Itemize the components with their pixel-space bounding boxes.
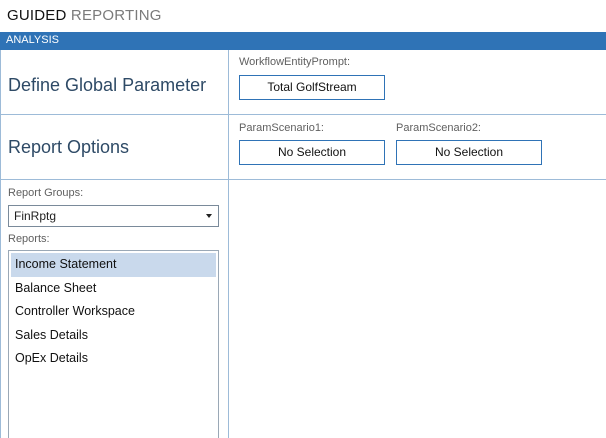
report-options-title: Report Options <box>8 137 130 157</box>
app-title: GUIDED REPORTING <box>0 0 606 32</box>
section-label: ANALYSIS <box>6 34 59 46</box>
report-groups-dropdown[interactable]: FinRptg <box>8 205 219 227</box>
list-item[interactable]: Income Statement <box>11 253 216 277</box>
list-item[interactable]: Sales Details <box>11 324 216 348</box>
global-parameter-title: Define Global Parameter <box>8 75 207 95</box>
app-title-bold: GUIDED <box>7 7 67 24</box>
workflow-entity-label: WorkflowEntityPrompt: <box>239 56 351 68</box>
report-groups-label: Report Groups: <box>8 187 84 199</box>
param-scenario1-button[interactable]: No Selection <box>239 140 385 165</box>
list-item[interactable]: Controller Workspace <box>11 300 216 324</box>
param-scenario2-label: ParamScenario2: <box>396 122 481 134</box>
list-item[interactable]: OpEx Details <box>11 347 216 371</box>
reports-label: Reports: <box>8 233 50 245</box>
list-item[interactable]: Balance Sheet <box>11 277 216 301</box>
row-divider-2 <box>0 179 606 180</box>
report-groups-selected: FinRptg <box>14 209 57 223</box>
workflow-entity-button[interactable]: Total GolfStream <box>239 75 385 100</box>
section-bar: ANALYSIS <box>0 32 606 50</box>
chevron-down-icon <box>206 214 212 218</box>
column-divider <box>228 50 229 438</box>
param-scenario1-label: ParamScenario1: <box>239 122 324 134</box>
param-scenario2-button[interactable]: No Selection <box>396 140 542 165</box>
reports-list[interactable]: Income Statement Balance Sheet Controlle… <box>8 250 219 438</box>
row-divider-1 <box>0 114 606 115</box>
app-title-light: REPORTING <box>70 7 162 24</box>
